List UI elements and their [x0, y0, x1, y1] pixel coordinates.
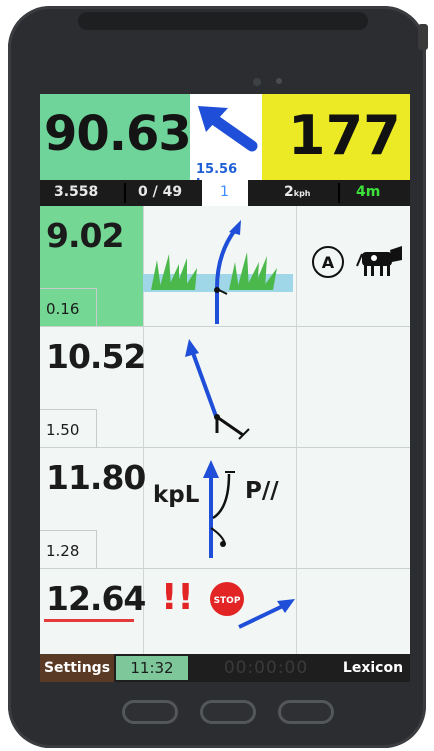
waypoint-progress: 0 / 49	[138, 184, 183, 200]
tulip-cell	[143, 206, 297, 326]
stop-sign-label: STOP	[214, 596, 241, 606]
cow-icon	[356, 246, 402, 276]
row-total-distance: 12.64	[46, 579, 146, 618]
speed-limit-value: 177	[288, 104, 401, 167]
row-total-distance: 10.52	[46, 337, 146, 376]
home-hardware-button[interactable]	[200, 700, 256, 724]
recent-apps-hardware-button[interactable]	[122, 700, 178, 724]
roadbook-row[interactable]: 11.80 1.28 kpL P//	[40, 448, 410, 569]
stage-timer[interactable]: 00:00:00	[210, 656, 322, 680]
distance-cell: 9.02 0.16	[40, 206, 144, 327]
row-partial-distance: 1.28	[46, 542, 80, 560]
settings-button[interactable]: Settings	[40, 654, 114, 682]
odometer-value: 90.63	[44, 106, 192, 162]
tulip-cell: kpL P//	[143, 448, 297, 568]
notes-cell	[296, 569, 410, 654]
device-top-edge	[78, 12, 368, 30]
page-indicator[interactable]: 1	[220, 184, 229, 200]
distance-cell: 10.52 1.50	[40, 327, 146, 448]
bottom-bar: Settings 11:32 00:00:00 Lexicon	[40, 654, 410, 682]
row-total-distance: 11.80	[46, 458, 146, 497]
tulip-diagram	[185, 339, 250, 440]
clock-display: 11:32	[116, 656, 188, 680]
tulip-cell	[143, 327, 297, 447]
row-total-distance: 9.02	[46, 216, 124, 255]
status-bar: 3.558 0 / 49 1 2kph 4m	[40, 180, 410, 212]
tulip-diagram	[203, 460, 235, 558]
tulip-cell: !! STOP	[143, 569, 297, 654]
app-screen: 90.63 15.56 km 177 3.558 0 / 49 1 2kph 4…	[40, 94, 410, 682]
distance-cell: 12.64	[40, 569, 146, 654]
light-sensor	[276, 78, 282, 84]
notes-cell	[296, 448, 410, 568]
note-icons: A	[312, 246, 402, 278]
antenna	[418, 24, 428, 50]
divider	[124, 183, 126, 203]
note-symbol: A	[322, 253, 335, 272]
grass-right-icon	[229, 252, 277, 290]
current-speed-value: 2	[284, 184, 294, 200]
tulip-diagram	[143, 220, 293, 324]
current-speed-unit: kph	[293, 189, 311, 198]
direction-box: 15.56 km	[190, 94, 262, 192]
roadbook-row[interactable]: 12.64 !! STOP	[40, 569, 410, 654]
row-partial-distance: 0.16	[46, 300, 80, 318]
grass-left-icon	[151, 254, 197, 290]
roadbook-row[interactable]: 10.52 1.50	[40, 327, 410, 448]
danger-underline	[44, 619, 134, 622]
notes-cell	[296, 327, 410, 447]
divider	[338, 183, 340, 203]
notes-cell: A	[296, 206, 410, 326]
distance-cell: 11.80 1.28	[40, 448, 146, 569]
lexicon-button[interactable]: Lexicon	[336, 654, 410, 682]
header-panel: 90.63 15.56 km 177	[40, 94, 410, 192]
row-partial-distance: 1.50	[46, 421, 80, 439]
front-camera	[253, 78, 261, 86]
back-hardware-button[interactable]	[278, 700, 334, 724]
current-speed: 2kph	[284, 184, 311, 200]
gps-accuracy: 4m	[356, 184, 381, 200]
roadbook-row[interactable]: 9.02 0.16 A	[40, 206, 410, 327]
speed-limit-display[interactable]: 177	[262, 94, 410, 180]
tulip-diagram: STOP	[210, 582, 295, 629]
odometer-display[interactable]: 90.63	[40, 94, 192, 180]
partial-distance[interactable]: 3.558	[54, 184, 98, 200]
